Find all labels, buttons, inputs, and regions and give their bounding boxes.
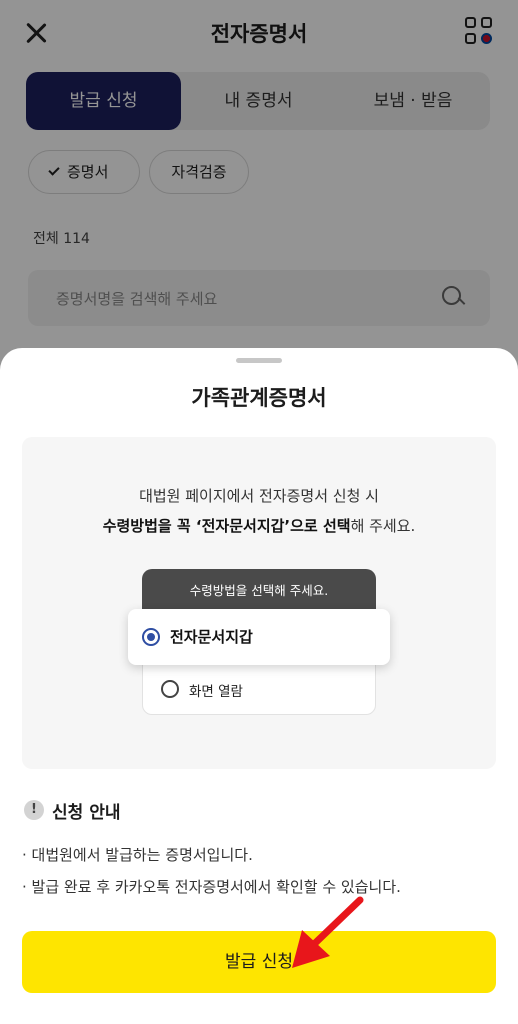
radio-selected-icon (142, 628, 160, 646)
notice-item: · 대법원에서 발급하는 증명서입니다. (22, 846, 253, 864)
sheet-title: 가족관계증명서 (191, 386, 327, 410)
mock-header: 수령방법을 선택해 주세요. (142, 569, 376, 613)
exclamation-icon: ! (24, 800, 44, 820)
mock-option-document-wallet: 전자문서지갑 (128, 609, 390, 665)
guide-text-line2: 수령방법을 꼭 ‘전자문서지갑’으로 선택해 주세요. (102, 517, 416, 535)
drag-handle[interactable] (236, 358, 282, 363)
issue-request-button[interactable]: 발급 신청 (22, 931, 496, 993)
bottom-sheet: 가족관계증명서 대법원 페이지에서 전자증명서 신청 시 수령방법을 꼭 ‘전자… (0, 348, 518, 1024)
notice-title: 신청 안내 (52, 803, 121, 823)
notice-item: · 발급 완료 후 카카오톡 전자증명서에서 확인할 수 있습니다. (22, 878, 401, 896)
mock-option-screen-view: 화면 열람 (142, 663, 376, 715)
guide-text-line1: 대법원 페이지에서 전자증명서 신청 시 (139, 487, 379, 505)
guide-box: 대법원 페이지에서 전자증명서 신청 시 수령방법을 꼭 ‘전자문서지갑’으로 … (22, 437, 496, 769)
radio-unselected-icon (161, 680, 179, 698)
